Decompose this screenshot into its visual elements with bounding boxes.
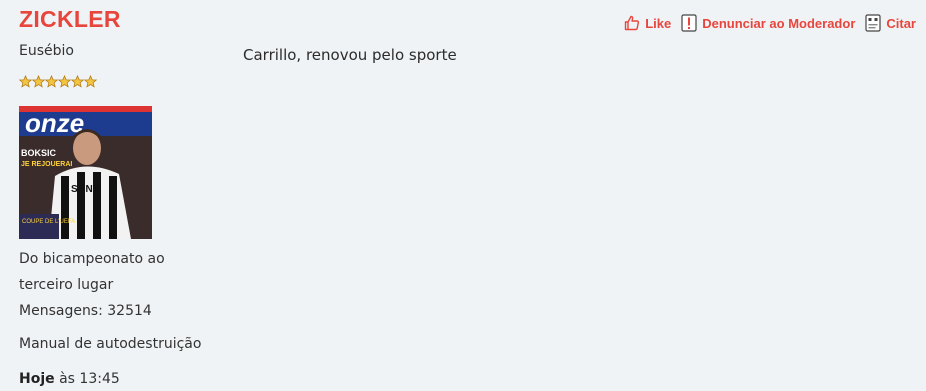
svg-text:SONY: SONY: [71, 184, 100, 195]
like-label: Like: [645, 15, 672, 31]
message-count: Mensagens: 32514: [19, 303, 152, 319]
report-button[interactable]: Denunciar ao Moderador: [681, 14, 855, 32]
report-icon: [681, 14, 697, 32]
quote-icon: [865, 14, 881, 32]
star-icon: [32, 75, 45, 88]
user-rank: Eusébio: [19, 43, 74, 59]
svg-text:JE REJOUERAI: JE REJOUERAI: [21, 161, 72, 168]
quote-label: Citar: [886, 15, 916, 31]
quote-button[interactable]: Citar: [865, 14, 916, 32]
rating-stars: [19, 75, 97, 88]
like-button[interactable]: Like: [624, 15, 671, 31]
star-icon: [58, 75, 71, 88]
forum-post: ZICKLER Eusébio onze BOKSIC JE REJOUERAI…: [0, 0, 926, 391]
report-label: Denunciar ao Moderador: [702, 15, 856, 31]
date-day: Hoje: [19, 371, 55, 387]
svg-text:onze: onze: [25, 108, 84, 138]
svg-text:COUPE DE L'UEFA: COUPE DE L'UEFA: [22, 219, 75, 225]
user-title-line2: terceiro lugar: [19, 277, 114, 293]
post-actions: Like Denunciar ao Moderador Citar: [624, 14, 916, 32]
username-link[interactable]: ZICKLER: [19, 6, 121, 33]
post-date: Hoje às 13:45: [19, 367, 120, 391]
star-icon: [19, 75, 32, 88]
avatar[interactable]: onze BOKSIC JE REJOUERAI SONY COUPE DE L…: [19, 106, 152, 239]
star-icon: [84, 75, 97, 88]
star-icon: [45, 75, 58, 88]
date-time: às 13:45: [59, 371, 120, 387]
star-icon: [71, 75, 84, 88]
svg-text:BOKSIC: BOKSIC: [21, 148, 57, 158]
avatar-image: onze BOKSIC JE REJOUERAI SONY COUPE DE L…: [19, 106, 152, 239]
thumbs-up-icon: [625, 15, 640, 31]
signature-tag: Manual de autodestruição: [19, 336, 202, 352]
post-message: Carrillo, renovou pelo sporte: [243, 46, 457, 64]
user-title-line1: Do bicampeonato ao: [19, 251, 165, 267]
